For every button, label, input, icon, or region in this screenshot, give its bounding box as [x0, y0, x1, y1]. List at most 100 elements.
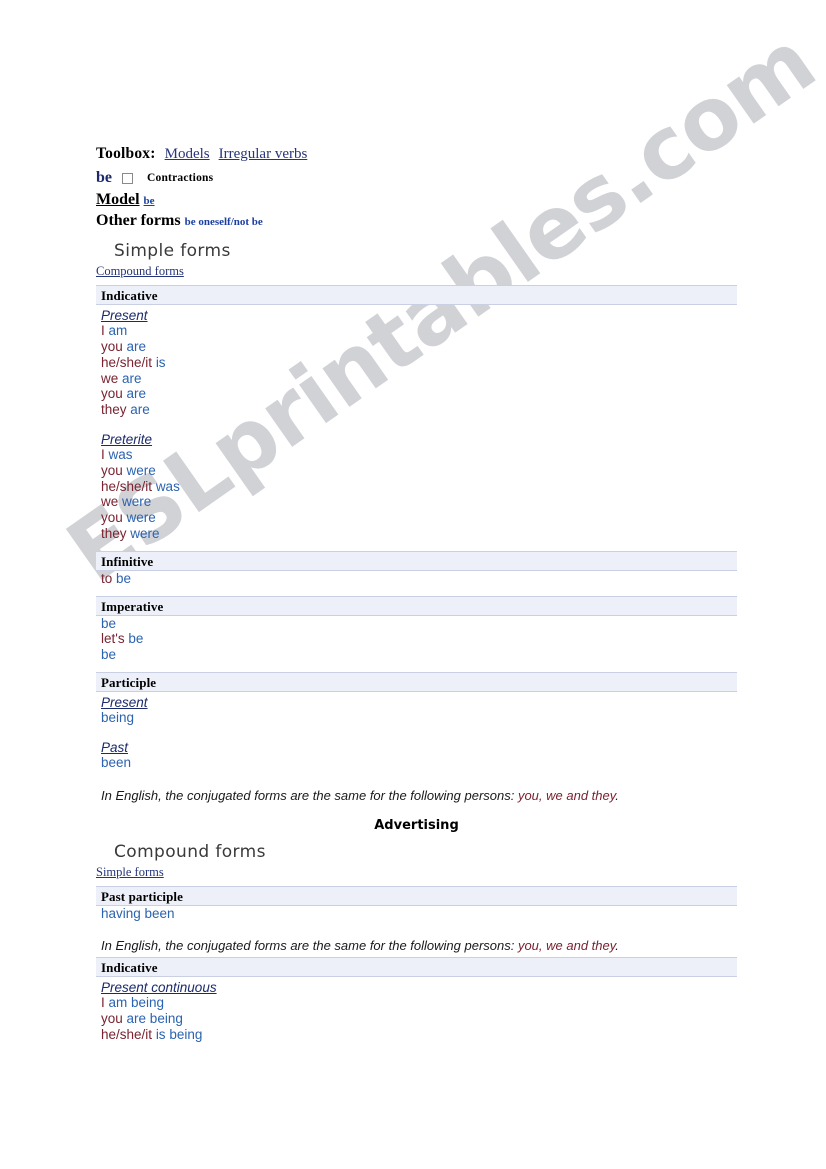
conjugation-list: I am you are he/she/it is we are you are they…	[101, 323, 737, 418]
document-content: Toolbox: Models Irregular verbs be Contract…	[96, 144, 737, 1048]
note-suffix: .	[615, 938, 619, 954]
conjugation-row: you were	[101, 510, 737, 526]
other-forms-row: Other forms be oneself/not be	[96, 211, 737, 232]
model-label: Model	[96, 191, 140, 209]
pronoun: you	[101, 339, 123, 355]
pronoun: you	[101, 510, 123, 526]
verb-form: being	[101, 709, 135, 725]
pronoun: I	[101, 447, 105, 463]
conjugation-row: you were	[101, 463, 737, 479]
conjugation-list: to be	[101, 571, 737, 587]
model-link-be[interactable]: be	[144, 195, 155, 207]
conjugation-list: being	[101, 710, 737, 726]
verb-form: be	[116, 570, 132, 586]
conjugation-row: being	[101, 710, 737, 726]
verb-form: is being	[155, 1026, 203, 1042]
pronoun: let's	[101, 631, 125, 647]
conjugation-row: he/she/it was	[101, 479, 737, 495]
verb-form: were	[126, 462, 156, 478]
conjugation-list: be let's be be	[101, 616, 737, 663]
conjugation-row: they are	[101, 402, 737, 418]
conjugation-row: I was	[101, 447, 737, 463]
pronoun: they	[101, 526, 127, 541]
conjugation-row: they were	[101, 526, 737, 542]
conjugation-row: I am	[101, 323, 737, 339]
pronoun: we	[101, 370, 119, 386]
simple-forms-blocks: Indicative Present I am you are he/she/it is…	[96, 285, 737, 775]
link-simple-forms[interactable]: Simple forms	[96, 865, 164, 880]
mood-bar-indicative: Indicative	[96, 285, 737, 306]
verb-form: am	[108, 323, 128, 339]
conjugation-list: having been	[101, 906, 737, 922]
pronoun: to	[101, 570, 113, 586]
verb-header-row: be Contractions	[96, 169, 737, 187]
compound-forms-note: In English, the conjugated forms are the…	[101, 938, 737, 953]
verb-form: are	[122, 370, 142, 386]
conjugation-row: he/she/it is	[101, 355, 737, 371]
compound-forms-heading: Compound forms	[114, 841, 266, 862]
mood-bar-imperative: Imperative	[96, 595, 737, 616]
pronoun: I	[101, 323, 105, 339]
conjugation-list: I am being you are being he/she/it is bein…	[101, 995, 737, 1042]
verb-form: been	[101, 754, 132, 770]
model-row: Model be	[96, 190, 737, 211]
verb-form: is	[155, 354, 166, 370]
contractions-checkbox[interactable]	[122, 172, 133, 184]
conjugation-list: I was you were he/she/it was we were you wer…	[101, 447, 737, 542]
pronoun: we	[101, 494, 119, 510]
verb-form: are being	[126, 1011, 183, 1027]
pronoun: they	[101, 402, 127, 418]
pronoun: he/she/it	[101, 354, 153, 370]
conjugation-row: to be	[101, 571, 737, 587]
pronoun: you	[101, 462, 123, 478]
conjugation-row: be	[101, 616, 737, 632]
compound-forms-blocks-2: Indicative Present continuous I am being yo…	[96, 957, 737, 1047]
conjugation-row: having been	[101, 906, 737, 922]
note-prefix: In English, the conjugated forms are the…	[101, 938, 518, 954]
pronoun: you	[101, 386, 123, 402]
tense-label-present: Present	[101, 694, 148, 710]
link-compound-forms[interactable]: Compound forms	[96, 264, 184, 279]
note-prefix: In English, the conjugated forms are the…	[101, 787, 518, 803]
verb-form: having been	[101, 905, 175, 921]
conjugation-row: we were	[101, 494, 737, 510]
pronoun: you	[101, 1011, 123, 1027]
conjugation-list: been	[101, 755, 737, 771]
other-forms-link[interactable]: be oneself/not be	[185, 216, 263, 228]
conjugation-row: we are	[101, 371, 737, 387]
verb-form: were	[126, 510, 156, 526]
tense-label-preterite: Preterite	[101, 432, 153, 448]
toolbox-bar: Toolbox: Models Irregular verbs	[96, 144, 737, 164]
other-forms-label: Other forms	[96, 212, 181, 230]
verb-form: were	[130, 526, 160, 541]
toolbox-label: Toolbox:	[96, 145, 156, 162]
simple-forms-heading: Simple forms	[114, 241, 231, 262]
mood-bar-indicative: Indicative	[96, 957, 737, 978]
compound-forms-blocks: Past participle having been	[96, 885, 737, 927]
mood-bar-past-participle: Past participle	[96, 885, 737, 906]
mood-bar-infinitive: Infinitive	[96, 550, 737, 571]
note-suffix: .	[615, 787, 619, 803]
verb-form: was	[155, 478, 180, 494]
conjugation-row: be	[101, 647, 737, 663]
tense-label-past: Past	[101, 739, 129, 755]
tense-label-present-continuous: Present continuous	[101, 980, 217, 996]
simple-forms-note: In English, the conjugated forms are the…	[101, 788, 737, 803]
mood-bar-participle: Participle	[96, 671, 737, 692]
verb-form: was	[108, 447, 133, 463]
toolbox-link-irregular-verbs[interactable]: Irregular verbs	[219, 146, 308, 162]
verb-title: be	[96, 169, 112, 186]
conjugation-row: you are being	[101, 1011, 737, 1027]
verb-form: are	[126, 386, 147, 402]
contractions-label: Contractions	[147, 172, 214, 184]
note-highlight: you, we and they	[517, 938, 616, 954]
toolbox-link-models[interactable]: Models	[165, 146, 210, 162]
verb-form: be	[101, 615, 117, 631]
